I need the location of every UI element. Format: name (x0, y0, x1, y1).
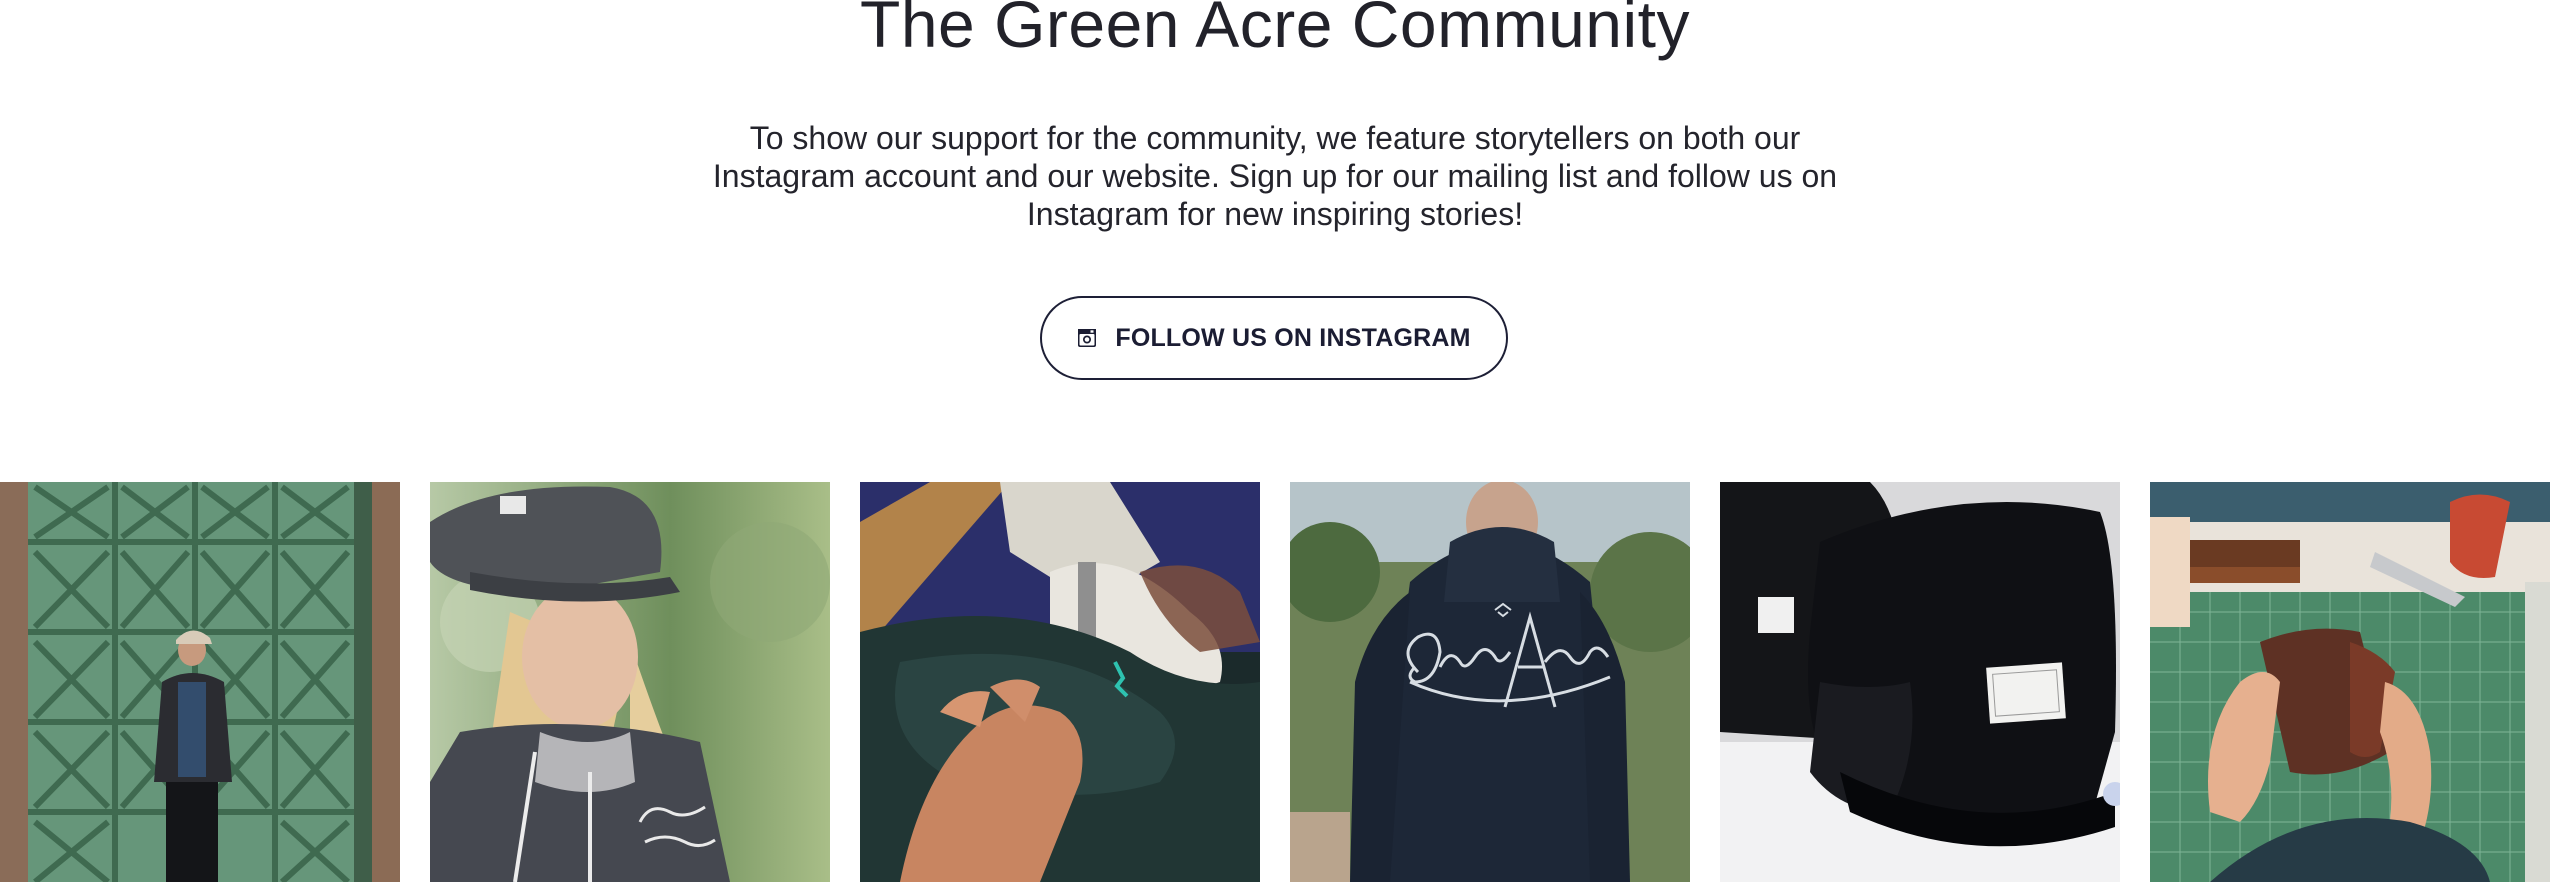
woman-in-grey-hoodie-photo[interactable] (430, 482, 830, 882)
section-intro-text: To show our support for the community, w… (712, 120, 1838, 232)
follow-instagram-button[interactable]: FOLLOW US ON INSTAGRAM (1040, 296, 1508, 380)
community-section: The Green Acre Community To show our sup… (0, 0, 2550, 882)
section-title: The Green Acre Community (860, 0, 1690, 61)
follow-instagram-label: FOLLOW US ON INSTAGRAM (1115, 323, 1471, 352)
leather-crafting-photo[interactable] (2150, 482, 2550, 882)
black-cap-with-label-photo[interactable] (1720, 482, 2120, 882)
instagram-icon (1077, 328, 1097, 348)
hoodie-back-logo-photo[interactable] (1290, 482, 1690, 882)
man-in-front-of-green-door-photo[interactable] (0, 482, 400, 882)
instagram-gallery (0, 482, 2550, 882)
sewing-machine-stitching-photo[interactable] (860, 482, 1260, 882)
